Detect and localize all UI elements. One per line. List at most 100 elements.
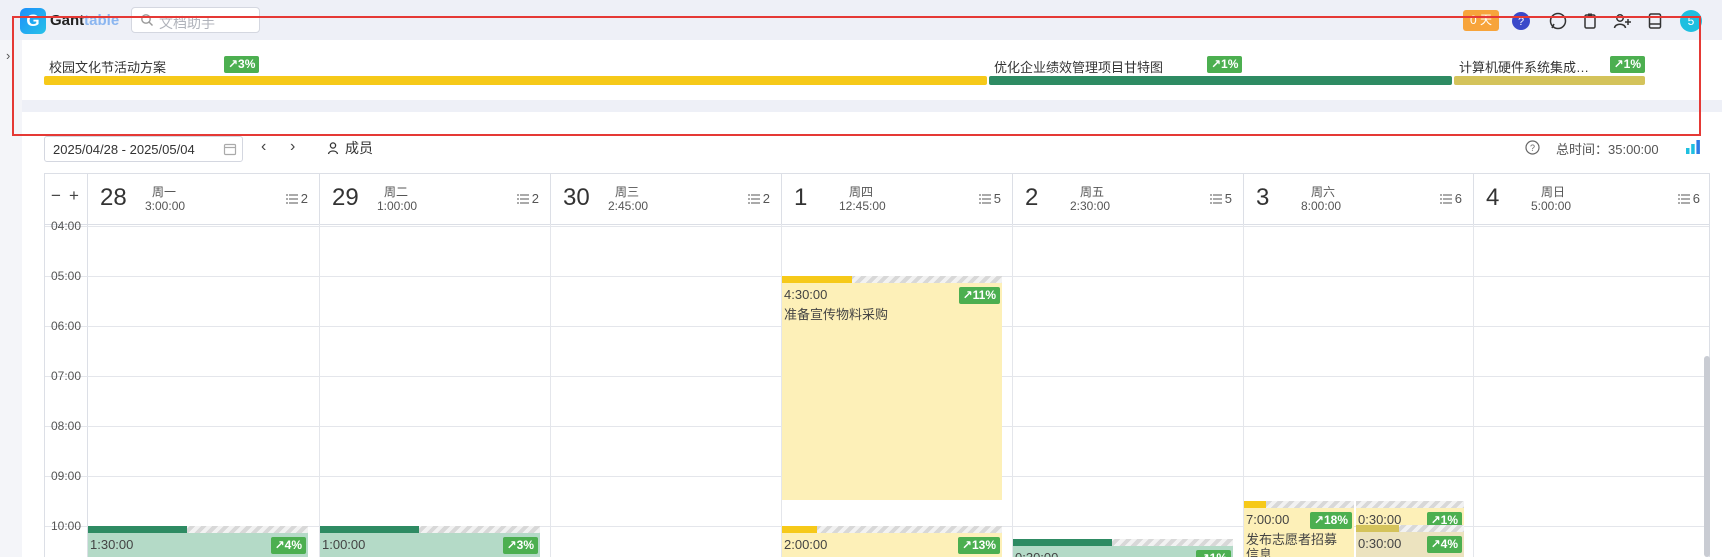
task-event[interactable]: 1:30:00 ↗4%: [88, 526, 308, 557]
day-total-time: 1:00:00: [377, 199, 418, 213]
task-event[interactable]: 1:00:00 ↗3%: [320, 526, 540, 557]
zoom-controls: −+: [51, 186, 87, 206]
svg-text:?: ?: [1530, 143, 1535, 153]
day-number: 29: [332, 184, 359, 211]
event-duration: 2:00:00: [784, 537, 828, 552]
day-weekday: 周六: [1311, 185, 1336, 199]
calendar-header: −+ 28 周一 3:00:00 2 29 周二 1:00:00 2 30 周三 2:45:00 2 1…: [45, 174, 1709, 225]
day-header[interactable]: 30 周三 2:45:00 2: [550, 174, 782, 224]
highlight-box: [12, 16, 1701, 136]
day-header[interactable]: 1 周四 12:45:00 5: [781, 174, 1013, 224]
list-icon: [978, 194, 991, 204]
next-week-button[interactable]: ›: [290, 138, 295, 156]
day-number: 4: [1486, 184, 1500, 211]
day-total-time: 2:30:00: [1070, 199, 1111, 213]
count-value: 6: [1692, 191, 1700, 206]
event-progress-badge: ↗4%: [1426, 536, 1462, 553]
date-range-picker[interactable]: 2025/04/28 - 2025/05/04: [44, 136, 243, 162]
day-total-time: 5:00:00: [1531, 199, 1572, 213]
total-time: 总时间：35:00:00: [1556, 142, 1659, 157]
event-progress-fill: [88, 526, 187, 533]
list-icon: [1209, 194, 1222, 204]
event-progress-fill: [782, 526, 817, 533]
list-icon: [1677, 194, 1690, 204]
task-event[interactable]: 0:30:00 ↗4%: [1356, 525, 1464, 557]
day-weekday: 周三: [615, 185, 640, 199]
day-number: 28: [100, 184, 127, 211]
question-icon[interactable]: ?: [1525, 140, 1540, 155]
day-weekday: 周二: [384, 185, 409, 199]
sidebar-expand-chevron-icon[interactable]: ›: [6, 48, 10, 63]
list-icon: [1439, 194, 1452, 204]
day-weekday: 周日: [1541, 185, 1566, 199]
day-weekday: 周五: [1080, 185, 1105, 199]
day-total-time: 12:45:00: [839, 199, 886, 213]
zoom-in-button[interactable]: +: [69, 186, 87, 205]
task-event[interactable]: 0:30:00 ↗1%: [1356, 501, 1464, 525]
day-task-count: 5: [1209, 191, 1232, 206]
day-divider: [550, 224, 551, 557]
count-value: 5: [1224, 191, 1232, 206]
event-duration: 0:30:00: [1358, 512, 1402, 525]
event-progress-badge: ↗3%: [502, 537, 538, 554]
event-progress-fill: [1356, 525, 1399, 532]
prev-week-button[interactable]: ‹: [261, 138, 266, 156]
task-event[interactable]: 4:30:00 ↗11% 准备宣传物料采购: [782, 276, 1002, 500]
bar-chart-icon[interactable]: [1685, 139, 1701, 155]
event-progress-strip: [1356, 501, 1464, 508]
day-total-time: 8:00:00: [1301, 199, 1342, 213]
hour-label: 05:00: [51, 269, 82, 283]
day-number: 30: [563, 184, 590, 211]
list-icon: [285, 194, 298, 204]
event-progress-fill: [782, 276, 852, 283]
hour-label: 04:00: [51, 219, 82, 233]
day-header[interactable]: 2 周五 2:30:00 5: [1012, 174, 1244, 224]
day-weekday: 周四: [849, 185, 874, 199]
day-number: 3: [1256, 184, 1270, 211]
event-progress-badge: ↗18%: [1309, 512, 1352, 529]
day-task-count: 5: [978, 191, 1001, 206]
calendar-scrollbar[interactable]: [1704, 356, 1710, 557]
day-task-count: 6: [1439, 191, 1462, 206]
count-value: 2: [762, 191, 770, 206]
date-range-text: 2025/04/28 - 2025/05/04: [53, 142, 195, 157]
count-value: 2: [531, 191, 539, 206]
event-progress-badge: ↗4%: [270, 537, 306, 554]
task-event[interactable]: 2:00:00 ↗13%: [782, 526, 1002, 557]
calendar-icon: [223, 143, 237, 156]
day-header[interactable]: 28 周一 3:00:00 2: [87, 174, 320, 224]
day-number: 2: [1025, 184, 1039, 211]
count-value: 6: [1454, 191, 1462, 206]
day-header[interactable]: 3 周六 8:00:00 6: [1243, 174, 1474, 224]
hour-label: 08:00: [51, 419, 82, 433]
zoom-out-button[interactable]: −: [51, 186, 69, 205]
hour-label: 06:00: [51, 319, 82, 333]
day-total-time: 2:45:00: [608, 199, 649, 213]
day-weekday: 周一: [152, 185, 177, 199]
day-divider: [1012, 224, 1013, 557]
event-progress-fill: [1244, 501, 1266, 508]
event-progress-fill: [320, 526, 419, 533]
day-divider: [1473, 224, 1474, 557]
list-icon: [747, 194, 760, 204]
task-event[interactable]: 0:30:00 ↗1%: [1013, 539, 1233, 557]
event-duration: 7:00:00: [1246, 512, 1290, 527]
list-icon: [516, 194, 529, 204]
member-filter-button[interactable]: 成员: [327, 138, 373, 158]
week-calendar: −+ 28 周一 3:00:00 2 29 周二 1:00:00 2 30 周三 2:45:00 2 1…: [44, 173, 1710, 557]
hour-label: 10:00: [51, 519, 82, 533]
event-progress-badge: ↗13%: [957, 537, 1000, 554]
event-duration: 1:00:00: [322, 537, 366, 552]
event-progress-badge: ↗11%: [958, 287, 1000, 304]
day-header[interactable]: 4 周日 5:00:00 6: [1473, 174, 1709, 224]
count-value: 2: [300, 191, 308, 206]
day-header[interactable]: 29 周二 1:00:00 2: [319, 174, 551, 224]
person-icon: [327, 142, 339, 155]
event-progress-fill: [1013, 539, 1112, 546]
hour-label: 07:00: [51, 369, 82, 383]
count-value: 5: [993, 191, 1001, 206]
day-task-count: 6: [1677, 191, 1700, 206]
event-title: 发布志愿者招募信息: [1246, 532, 1338, 557]
task-event[interactable]: 7:00:00 ↗18% 发布志愿者招募信息: [1244, 501, 1354, 557]
event-duration: 0:30:00: [1015, 550, 1058, 557]
